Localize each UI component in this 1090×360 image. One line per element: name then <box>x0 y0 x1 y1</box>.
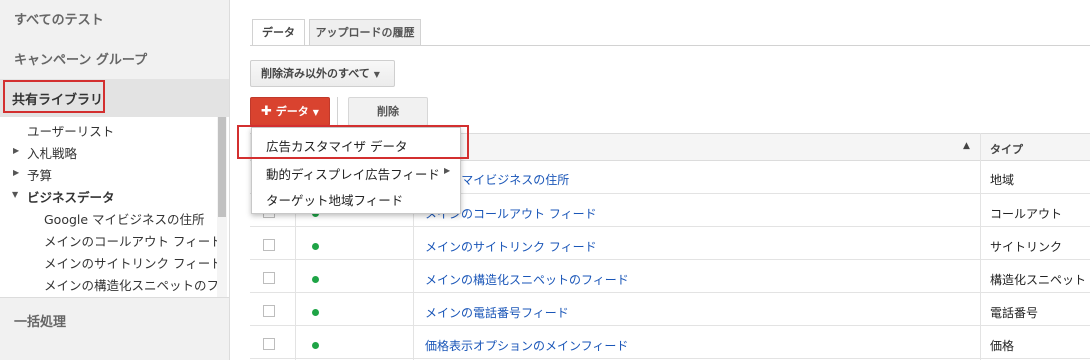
sidebar-item-bulk-operations[interactable]: 一括処理 <box>14 311 66 330</box>
add-data-button[interactable]: ✚ データ ▼ <box>250 97 330 126</box>
feed-type: コールアウト <box>990 207 1063 221</box>
tree-arrow-icon[interactable]: ▶ <box>13 168 19 177</box>
feed-type: 電話番号 <box>990 306 1039 320</box>
tab-divider <box>250 45 1090 46</box>
menu-item-location-target-feed[interactable]: ターゲット地域フィード <box>266 190 403 209</box>
sidebar-item-gmb-address[interactable]: Google マイビジネスの住所 <box>44 209 205 228</box>
filter-dropdown[interactable]: 削除済み以外のすべて ▼ <box>250 60 395 87</box>
sidebar-item-all-tests[interactable]: すべてのテスト <box>14 9 104 28</box>
table-row <box>250 260 1090 293</box>
feed-link[interactable]: メインのサイトリンク フィード <box>425 238 597 255</box>
feed-type: 構造化スニペット <box>990 273 1087 287</box>
sidebar-item-business-data[interactable]: ビジネスデータ <box>27 187 115 206</box>
highlight-box-ad-customizer <box>237 125 469 159</box>
sidebar-item-user-lists[interactable]: ユーザーリスト <box>27 121 114 140</box>
sidebar-item-snippet-feed[interactable]: メインの構造化スニペットのフ <box>44 275 219 294</box>
caret-down-icon: ▼ <box>373 70 380 79</box>
status-dot-icon <box>312 276 319 283</box>
plus-icon: ✚ <box>261 104 272 119</box>
table-row <box>250 326 1090 359</box>
menu-item-dynamic-display-feed[interactable]: 動的ディスプレイ広告フィード <box>266 164 440 183</box>
sidebar-item-bid-strategies[interactable]: 入札戦略 <box>27 143 77 162</box>
delete-button[interactable]: 削除 <box>348 97 428 126</box>
caret-down-icon: ▼ <box>312 108 319 117</box>
tree-arrow-expanded-icon[interactable]: ▼ <box>12 190 18 199</box>
status-dot-icon <box>312 309 319 316</box>
row-checkbox[interactable] <box>263 272 275 284</box>
sidebar-item-callout-feed[interactable]: メインのコールアウト フィード <box>44 231 223 250</box>
table-row <box>250 227 1090 260</box>
column-header-type[interactable]: タイプ <box>990 141 1023 157</box>
table-row <box>250 293 1090 326</box>
submenu-arrow-icon: ▶ <box>444 166 451 175</box>
row-checkbox[interactable] <box>263 239 275 251</box>
feed-type: 地域 <box>990 173 1015 187</box>
feed-link[interactable]: メインの構造化スニペットのフィード <box>425 271 629 288</box>
feed-type: 価格 <box>990 339 1015 353</box>
add-data-label: データ <box>275 105 309 118</box>
sidebar: すべてのテスト キャンペーン グループ 共有ライブラリ ユーザーリスト ▶ 入札… <box>0 0 230 360</box>
feed-link[interactable]: e マイビジネスの住所 <box>450 171 569 188</box>
feed-type: サイトリンク <box>990 240 1063 254</box>
status-dot-icon <box>312 342 319 349</box>
row-checkbox[interactable] <box>263 305 275 317</box>
sidebar-item-budgets[interactable]: 予算 <box>27 165 52 184</box>
filter-label: 削除済み以外のすべて <box>261 67 370 80</box>
sidebar-item-sitelink-feed[interactable]: メインのサイトリンク フィード <box>44 253 223 272</box>
toolbar-divider <box>337 97 338 127</box>
sidebar-scrollbar-thumb[interactable] <box>218 117 226 217</box>
highlight-box-shared-library <box>3 80 105 113</box>
sidebar-item-campaign-groups[interactable]: キャンペーン グループ <box>14 49 147 68</box>
feed-link[interactable]: メインの電話番号フィード <box>425 304 569 321</box>
tree-arrow-icon[interactable]: ▶ <box>13 146 19 155</box>
feed-link[interactable]: 価格表示オプションのメインフィード <box>425 337 628 354</box>
row-checkbox[interactable] <box>263 338 275 350</box>
tab-data[interactable]: データ <box>252 19 305 46</box>
status-dot-icon <box>312 243 319 250</box>
column-divider <box>980 133 981 360</box>
sort-up-icon[interactable]: ▲ <box>963 141 970 151</box>
tab-upload-history[interactable]: アップロードの履歴 <box>309 19 421 46</box>
divider <box>0 297 229 298</box>
